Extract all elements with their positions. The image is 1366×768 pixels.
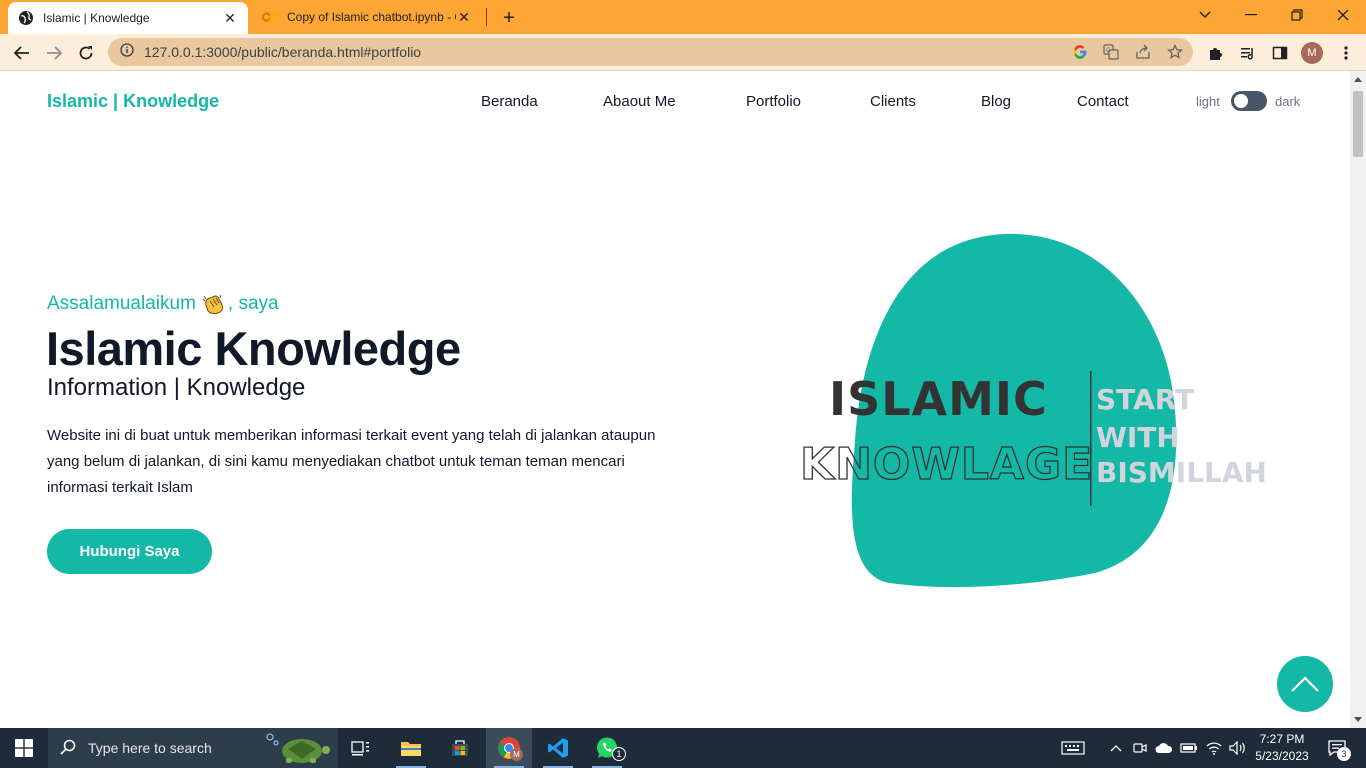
meet-now-icon[interactable]: [1131, 728, 1149, 768]
profile-avatar[interactable]: M: [1301, 42, 1323, 64]
close-tab-icon[interactable]: ✕: [456, 9, 472, 25]
chrome-profile-badge: M: [510, 748, 523, 761]
art-word-knowlage: KNOWLAGE: [800, 439, 1093, 490]
reload-icon[interactable]: [72, 39, 100, 67]
theme-dark-label: dark: [1275, 94, 1301, 109]
clock-date: 5/23/2023: [1255, 749, 1309, 763]
nav-beranda[interactable]: Beranda: [481, 93, 538, 110]
back-arrow-icon[interactable]: [8, 39, 36, 67]
art-divider: [1090, 371, 1092, 506]
wifi-icon[interactable]: [1203, 728, 1225, 768]
art-tagline-with: WITH: [1096, 421, 1180, 454]
globe-icon: [18, 10, 34, 26]
browser-tab-bar: Islamic | Knowledge ✕ Copy of Islamic ch…: [0, 0, 1366, 34]
chevron-up-icon: [1291, 676, 1319, 692]
contact-me-button[interactable]: Hubungi Saya: [47, 529, 212, 574]
tab-islamic-knowledge[interactable]: Islamic | Knowledge ✕: [8, 2, 248, 34]
dark-mode-toggle[interactable]: [1231, 91, 1267, 111]
vscode-icon[interactable]: [535, 728, 581, 768]
hero-subtitle: Information | Knowledge: [47, 374, 306, 401]
svg-text:G: G: [1106, 47, 1111, 54]
windows-taskbar: Type here to search M 1 7:27 PM 5/23/202…: [0, 728, 1366, 768]
hero-illustration: ISLAMIC KNOWLAGE START WITH BISMILLAH: [799, 233, 1267, 588]
minimize-icon[interactable]: [1228, 0, 1274, 30]
side-panel-icon[interactable]: [1270, 43, 1290, 63]
translate-icon[interactable]: G: [1101, 43, 1121, 61]
tab-title: Copy of Islamic chatbot.ipynb - C: [287, 10, 456, 24]
art-word-islamic: ISLAMIC: [829, 372, 1048, 426]
taskbar-search-box[interactable]: Type here to search: [48, 728, 338, 768]
whatsapp-unread-badge: 1: [612, 747, 626, 761]
search-placeholder: Type here to search: [88, 740, 212, 756]
nav-about-me[interactable]: Abaout Me: [603, 93, 676, 110]
browser-toolbar: 127.0.0.1:3000/public/beranda.html#portf…: [0, 34, 1366, 71]
nav-contact[interactable]: Contact: [1077, 93, 1129, 110]
nav-clients[interactable]: Clients: [870, 93, 916, 110]
greeting-suffix: , saya: [227, 293, 279, 314]
art-tagline-start: START: [1096, 383, 1194, 416]
chrome-taskbar-icon[interactable]: M: [486, 728, 532, 768]
toggle-knob: [1234, 94, 1248, 108]
task-view-icon[interactable]: [338, 728, 384, 768]
notifications-icon[interactable]: 3: [1320, 728, 1354, 768]
back-to-top-button[interactable]: [1277, 656, 1333, 712]
art-tagline-bismillah: BISMILLAH: [1096, 456, 1267, 489]
chevron-up-icon[interactable]: [1106, 728, 1126, 768]
clock-time: 7:27 PM: [1259, 732, 1305, 746]
page-scrollbar[interactable]: [1350, 71, 1366, 728]
share-icon[interactable]: [1133, 43, 1153, 61]
tab-search-icon[interactable]: [1182, 0, 1228, 30]
scroll-up-arrow[interactable]: [1354, 77, 1362, 82]
url-text: 127.0.0.1:3000/public/beranda.html#portf…: [144, 44, 422, 60]
microsoft-store-icon[interactable]: [437, 728, 483, 768]
bookmark-star-icon[interactable]: [1165, 43, 1185, 61]
keyboard-icon[interactable]: [1058, 728, 1088, 768]
web-page: Islamic | Knowledge Beranda Abaout Me Po…: [0, 71, 1350, 728]
site-brand[interactable]: Islamic | Knowledge: [47, 91, 219, 112]
volume-icon[interactable]: [1227, 728, 1249, 768]
tab-colab-notebook[interactable]: Copy of Islamic chatbot.ipynb - C ✕: [252, 0, 482, 34]
media-queue-icon[interactable]: [1238, 43, 1258, 63]
close-window-icon[interactable]: [1320, 0, 1366, 30]
hero-description: Website ini di buat untuk memberikan inf…: [47, 427, 656, 496]
address-bar[interactable]: 127.0.0.1:3000/public/beranda.html#portf…: [108, 38, 1193, 66]
greeting-prefix: Assalamualaikum: [47, 293, 196, 314]
scroll-thumb[interactable]: [1353, 91, 1363, 157]
hero-title: Islamic Knowledge: [46, 322, 461, 375]
windows-start-icon[interactable]: [0, 728, 48, 768]
onedrive-cloud-icon[interactable]: [1153, 728, 1175, 768]
nav-blog[interactable]: Blog: [981, 93, 1011, 110]
hero-greeting: Assalamualaikum , saya: [47, 293, 279, 315]
clapping-hands-icon: [202, 293, 226, 315]
tab-separator: [486, 8, 487, 26]
search-icon: [60, 739, 76, 758]
new-tab-button[interactable]: +: [498, 7, 520, 29]
system-clock[interactable]: 7:27 PM 5/23/2023: [1252, 731, 1312, 765]
google-lens-icon[interactable]: [1070, 43, 1090, 61]
extensions-puzzle-icon[interactable]: [1206, 43, 1226, 63]
turtle-icon: [262, 731, 330, 768]
restore-icon[interactable]: [1274, 0, 1320, 30]
forward-arrow-icon[interactable]: [40, 39, 68, 67]
scroll-down-arrow[interactable]: [1354, 717, 1362, 722]
close-tab-icon[interactable]: ✕: [222, 10, 238, 26]
whatsapp-icon[interactable]: 1: [584, 728, 630, 768]
file-explorer-icon[interactable]: [388, 728, 434, 768]
notification-count-badge: 3: [1337, 747, 1351, 761]
site-info-icon[interactable]: [120, 42, 134, 62]
colab-icon: [262, 9, 278, 25]
tab-title: Islamic | Knowledge: [43, 11, 150, 25]
kebab-menu-icon[interactable]: [1336, 43, 1356, 63]
battery-icon[interactable]: [1178, 728, 1200, 768]
theme-light-label: light: [1196, 94, 1220, 109]
nav-portfolio[interactable]: Portfolio: [746, 93, 801, 110]
